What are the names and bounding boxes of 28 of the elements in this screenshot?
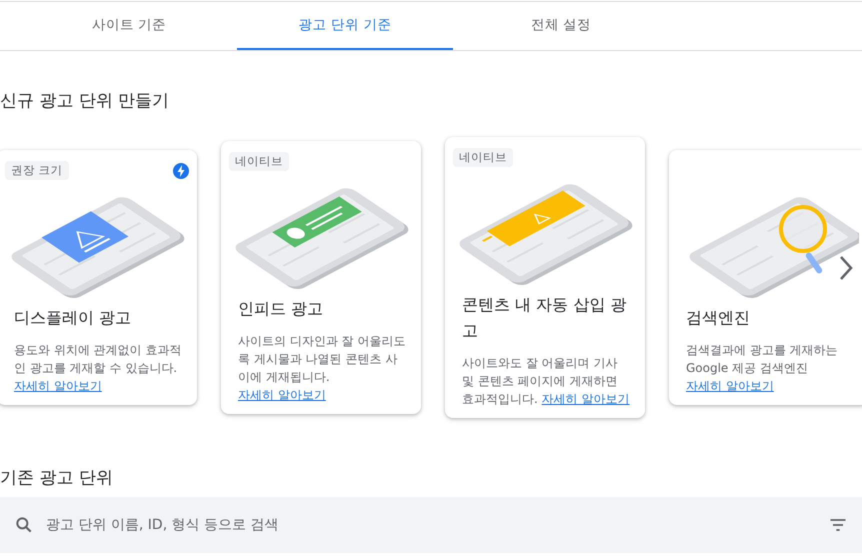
card-description: 검색결과에 광고를 게재하는 Google 제공 검색엔진 자세히 알아보기: [686, 342, 839, 394]
card-title: 인피드 광고: [238, 298, 324, 320]
learn-more-link[interactable]: 자세히 알아보기: [238, 388, 326, 402]
learn-more-link[interactable]: 자세히 알아보기: [14, 378, 102, 392]
card-tag: 네이티브: [453, 148, 513, 167]
section-title: 기존 광고 단위: [0, 467, 114, 489]
section-title: 신규 광고 단위 만들기: [0, 90, 170, 112]
search-icon: [14, 515, 34, 535]
tab[interactable]: 광고 단위 기준: [237, 2, 453, 50]
tab[interactable]: 사이트 기준: [21, 2, 237, 50]
ad-unit-card[interactable]: 네이티브 인피드 광고 사이트의 디자인과 잘 어울리도록 게시물과 나열된 콘텐츠 사이에 게재됩니다. 자세히 알아보기: [221, 140, 421, 414]
ad-unit-card[interactable]: 권장 크기 디스플레이 광고 용도와 위치에 관계없이 효과적인 광고를 게재할 수 있습니다. 자세히 알아보기: [0, 150, 197, 404]
card-tag: 권장 크기: [5, 161, 69, 180]
chevron-right-icon: [838, 254, 854, 282]
search-field[interactable]: 광고 단위 이름, ID, 형식 등으로 검색: [44, 516, 818, 534]
card-title: 검색엔진: [686, 306, 751, 328]
card-description: 용도와 위치에 관계없이 효과적인 광고를 게재할 수 있습니다. 자세히 알아보기: [14, 342, 182, 394]
card-tag: 네이티브: [229, 152, 289, 171]
ad-unit-card[interactable]: 네이티브 콘텐츠 내 자동 삽입 광고 사이트와도 잘 어울리며 기사 및 콘텐츠 페이지에 게재하면 효과적입니다. 자세히 알아보기: [445, 136, 645, 418]
learn-more-link[interactable]: 자세히 알아보기: [542, 392, 630, 406]
card-title: 디스플레이 광고: [14, 306, 132, 328]
card-title: 콘텐츠 내 자동 삽입 광고: [462, 294, 628, 342]
card-description: 사이트와도 잘 어울리며 기사 및 콘텐츠 페이지에 게재하면 효과적입니다. 자세히 알아보기: [462, 354, 630, 408]
tab[interactable]: 전체 설정: [453, 2, 669, 50]
ad-unit-card[interactable]: 검색엔진 검색결과에 광고를 게재하는 Google 제공 검색엔진 자세히 알아보기: [669, 150, 862, 404]
search-bar[interactable]: 광고 단위 이름, ID, 형식 등으로 검색: [0, 497, 862, 553]
card-description: 사이트의 디자인과 잘 어울리도록 게시물과 나열된 콘텐츠 사이에 게재됩니다. 자세히 알아보기: [238, 332, 406, 404]
learn-more-link[interactable]: 자세히 알아보기: [686, 378, 774, 392]
